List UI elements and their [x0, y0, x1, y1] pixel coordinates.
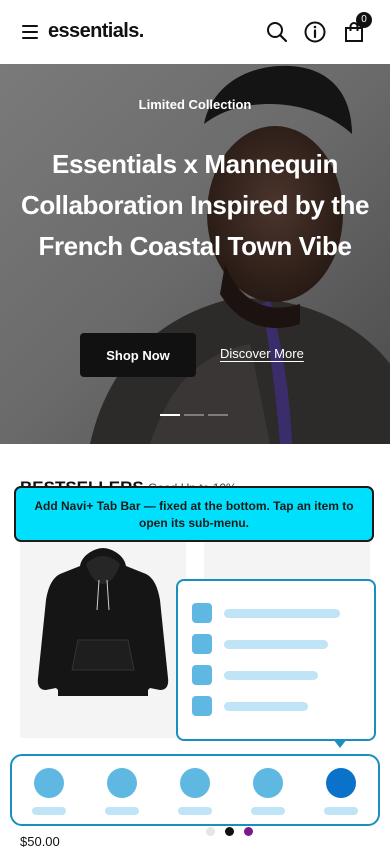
carousel-dot[interactable]: [225, 827, 234, 836]
tab-item-active[interactable]: [321, 768, 361, 818]
slide-dot[interactable]: [208, 414, 228, 416]
tab-label-placeholder: [251, 807, 285, 815]
tab-label-placeholder: [324, 807, 358, 815]
submenu-pointer: [333, 739, 347, 748]
info-icon[interactable]: [303, 20, 327, 44]
tab-bar-callout: Add Navi+ Tab Bar — fixed at the bottom.…: [14, 486, 374, 542]
hero-title: Essentials x Mannequin Collaboration Ins…: [20, 149, 370, 261]
slide-dot[interactable]: [184, 414, 204, 416]
tab-icon: [326, 768, 356, 798]
hero-eyebrow: Limited Collection: [138, 97, 252, 112]
slide-dot[interactable]: [160, 414, 180, 416]
tab-label-placeholder: [105, 807, 139, 815]
discover-more-link[interactable]: Discover More: [220, 346, 304, 361]
navi-tab-bar: [10, 754, 380, 826]
submenu-item-label-placeholder: [224, 671, 318, 680]
submenu-item-label-placeholder: [224, 640, 328, 649]
submenu-item[interactable]: [192, 696, 362, 716]
tab-submenu: [176, 579, 376, 741]
submenu-item-icon: [192, 665, 212, 685]
tab-icon: [180, 768, 210, 798]
tab-item[interactable]: [29, 768, 69, 818]
brand-logo[interactable]: essentials.: [48, 20, 144, 43]
shop-now-button[interactable]: Shop Now: [80, 333, 196, 377]
product-image-hoodie: [37, 548, 169, 696]
menu-icon[interactable]: [22, 25, 38, 39]
submenu-item-icon: [192, 696, 212, 716]
submenu-item[interactable]: [192, 603, 362, 623]
tab-item[interactable]: [102, 768, 142, 818]
submenu-item-label-placeholder: [224, 702, 308, 711]
tab-label-placeholder: [32, 807, 66, 815]
tab-item[interactable]: [248, 768, 288, 818]
tab-icon: [107, 768, 137, 798]
submenu-item-icon: [192, 634, 212, 654]
tab-icon: [253, 768, 283, 798]
submenu-item-label-placeholder: [224, 609, 340, 618]
product-price: $50.00: [20, 834, 60, 849]
app-header: essentials. 0: [0, 0, 390, 64]
hero-slide-indicator: [160, 414, 228, 417]
cart-count-badge: 0: [356, 12, 372, 28]
tab-icon: [34, 768, 64, 798]
tab-item[interactable]: [175, 768, 215, 818]
carousel-indicator: [206, 827, 253, 836]
submenu-item-icon: [192, 603, 212, 623]
submenu-item[interactable]: [192, 634, 362, 654]
hero-banner: Limited Collection Essentials x Mannequi…: [0, 64, 390, 444]
carousel-dot[interactable]: [244, 827, 253, 836]
cart-button[interactable]: 0: [342, 12, 372, 44]
tab-label-placeholder: [178, 807, 212, 815]
product-card[interactable]: [20, 538, 186, 738]
submenu-item[interactable]: [192, 665, 362, 685]
search-icon[interactable]: [265, 20, 289, 44]
carousel-dot[interactable]: [206, 827, 215, 836]
